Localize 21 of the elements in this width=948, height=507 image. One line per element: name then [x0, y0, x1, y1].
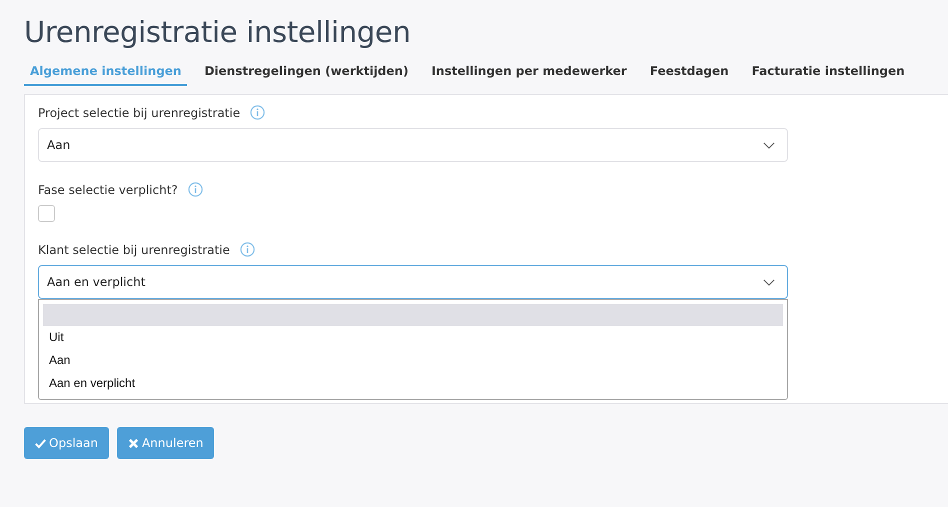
dropdown-option[interactable]: Aan: [43, 349, 783, 372]
tab[interactable]: Instellingen per medewerker: [425, 64, 633, 86]
select-field[interactable]: Aan: [38, 128, 788, 162]
select-field[interactable]: Aan en verplicht: [38, 265, 788, 299]
tab[interactable]: Facturatie instellingen: [746, 64, 911, 86]
page-title: Urenregistratie instellingen: [24, 14, 412, 51]
info-icon[interactable]: [250, 105, 266, 120]
tab[interactable]: Dienstregelingen (werktijden): [198, 64, 414, 86]
field-label: Fase selectie verplicht?: [38, 182, 178, 196]
chevron-down-icon: [763, 142, 775, 148]
info-icon[interactable]: [240, 242, 255, 257]
info-icon[interactable]: [188, 182, 203, 197]
checkbox[interactable]: [38, 205, 55, 222]
dropdown-option[interactable]: Aan en verplicht: [43, 372, 783, 395]
dropdown-option[interactable]: Uit: [43, 326, 783, 349]
field-label: Project selectie bij urenregistratie: [38, 106, 240, 120]
field-label: Klant selectie bij urenregistratie: [38, 242, 230, 256]
tab[interactable]: Feestdagen: [644, 64, 735, 86]
check-icon: [35, 438, 46, 448]
close-icon: [128, 438, 139, 448]
chevron-down-icon: [763, 278, 775, 286]
